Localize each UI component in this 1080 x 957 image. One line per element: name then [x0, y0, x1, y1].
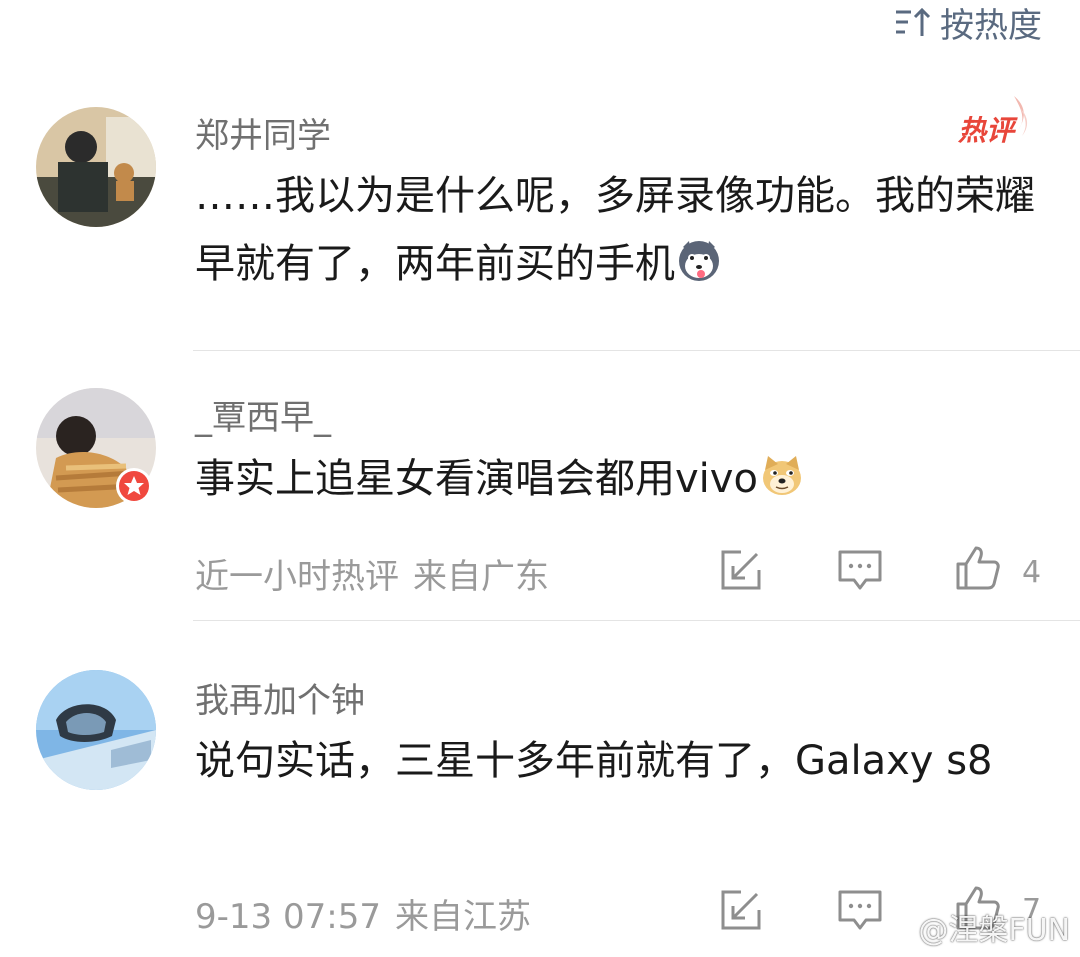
comment-location: 来自广东	[413, 557, 549, 597]
divider	[193, 350, 1080, 351]
star-badge-icon	[116, 468, 152, 504]
comment-text: 事实上追星女看演唱会都用vivo	[195, 445, 1045, 513]
watermark: @涅槃FUN	[876, 905, 1070, 949]
doge-emoji-icon	[762, 456, 801, 495]
divider	[193, 620, 1080, 621]
repost-icon[interactable]	[717, 546, 765, 594]
sort-icon	[896, 7, 931, 36]
comment-meta: 近一小时热评 来自广东	[195, 549, 549, 598]
comment-location: 来自江苏	[394, 897, 531, 937]
hot-comment-badge: 热评	[957, 96, 1028, 147]
like-icon[interactable]	[954, 544, 1002, 592]
comment-body: 事实上追星女看演唱会都用vivo	[195, 456, 758, 502]
watermark-text: @涅槃FUN	[918, 913, 1070, 948]
husky-emoji-icon	[679, 241, 719, 281]
avatar[interactable]	[36, 670, 156, 790]
comment-text: 说句实话，三星十多年前就有了，Galaxy s8	[195, 727, 1040, 795]
sort-by-hot-button[interactable]: 按热度	[894, 0, 1042, 46]
comment-body: 说句实话，三星十多年前就有了，Galaxy s8	[195, 738, 993, 784]
comment-username[interactable]: 郑井同学	[195, 108, 331, 157]
sort-label: 按热度	[940, 5, 1042, 46]
weibo-icon	[877, 914, 911, 942]
comment-username[interactable]: 我再加个钟	[195, 673, 365, 722]
repost-icon[interactable]	[717, 886, 765, 934]
hot-badge-text: 热评	[957, 114, 1018, 147]
comment-time: 近一小时热评	[195, 557, 399, 597]
avatar[interactable]	[36, 107, 156, 227]
comment-meta: 9-13 07:57 来自江苏	[195, 889, 531, 938]
comment-body: ……我以为是什么呢，多屏录像功能。我的荣耀早就有了，两年前买的手机	[195, 173, 1035, 287]
like-count: 4	[1022, 555, 1042, 590]
comment-text: ……我以为是什么呢，多屏录像功能。我的荣耀早就有了，两年前买的手机	[195, 162, 1045, 298]
comment-time: 9-13 07:57	[195, 897, 381, 937]
comment-username[interactable]: _覃西早_	[195, 390, 331, 439]
comment-icon[interactable]	[836, 546, 884, 594]
